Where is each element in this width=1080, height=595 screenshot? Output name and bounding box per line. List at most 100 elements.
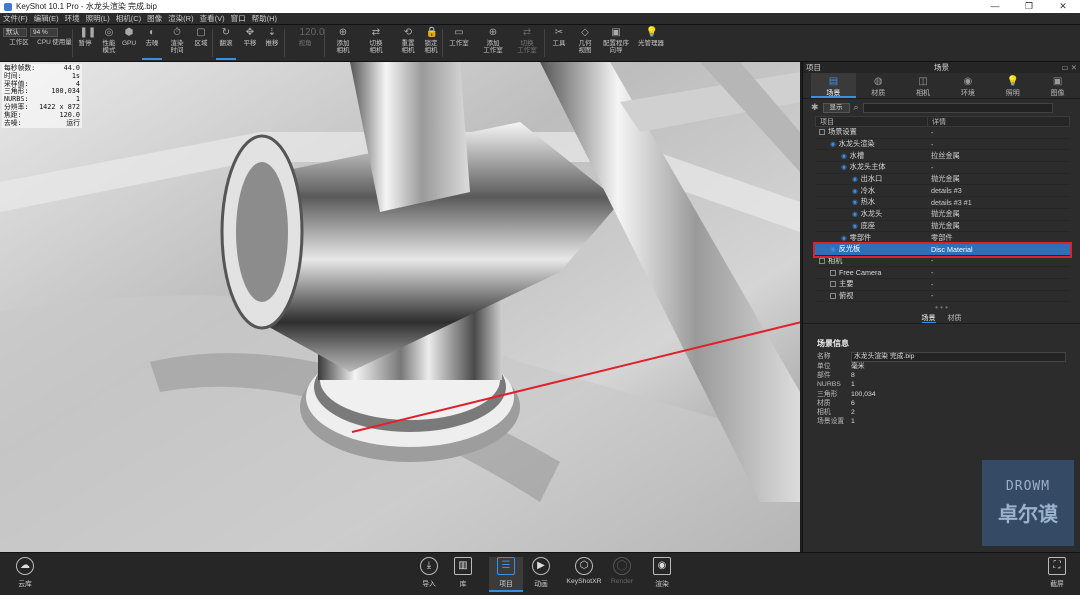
toolbar-button-22[interactable]: ▣ 配置程序 向导 xyxy=(600,27,632,60)
project-icon: ☰ xyxy=(497,557,515,575)
minimize-button[interactable]: — xyxy=(978,1,1012,12)
show-button[interactable]: 显示 xyxy=(822,102,850,113)
tree-row[interactable]: ◉ 底座 抛光金属 xyxy=(815,221,1070,233)
toolbar-button-7[interactable]: ⏱ 渲染 时间 xyxy=(166,27,188,60)
menu-view[interactable]: 查看(V) xyxy=(200,13,225,24)
scene-tree-header: 项目 详情 xyxy=(815,116,1070,127)
maximize-button[interactable]: ❐ xyxy=(1012,1,1046,12)
toolbar-button-18[interactable]: ⊕ 添加 工作室 xyxy=(476,27,510,60)
tree-row[interactable]: ◉ 出水口 抛光金属 xyxy=(815,174,1070,186)
tab-scene[interactable]: ▤ 场景 xyxy=(811,73,856,98)
menu-help[interactable]: 帮助(H) xyxy=(252,13,277,24)
keyshotxr-button[interactable]: ⬡ KeyShotXR xyxy=(564,557,604,592)
visibility-eye-icon[interactable]: ◉ xyxy=(852,187,858,195)
toolbar-button-21[interactable]: ◇ 几何 视图 xyxy=(572,27,598,60)
column-header-item[interactable]: 项目 xyxy=(816,117,928,126)
project-button[interactable]: ☰ 项目 xyxy=(489,557,523,592)
visibility-eye-icon[interactable]: ◉ xyxy=(841,152,847,160)
tree-row[interactable]: 相机 - xyxy=(815,256,1070,268)
tab-camera[interactable]: ◫ 相机 xyxy=(901,73,946,98)
import-button[interactable]: ⤓ 导入 xyxy=(412,557,446,592)
menu-image[interactable]: 图像 xyxy=(147,13,162,24)
render-button[interactable]: ◯ Render xyxy=(605,557,639,592)
tab-environment[interactable]: ◉ 环境 xyxy=(945,73,990,98)
menu-edit[interactable]: 编辑(E) xyxy=(34,13,59,24)
column-header-detail[interactable]: 详情 xyxy=(928,117,946,126)
checkbox-icon[interactable] xyxy=(830,281,836,288)
expand-icon[interactable]: ✱ xyxy=(811,102,819,113)
tree-row[interactable]: 俯视 - xyxy=(815,291,1070,303)
tree-row[interactable]: ◉ 热水 details #3 #1 xyxy=(815,197,1070,209)
toolbar-button-10[interactable]: ✥ 平移 xyxy=(240,27,260,60)
tree-row[interactable]: ◉ 冷水 details #3 xyxy=(815,185,1070,198)
subtab-scene[interactable]: 场景 xyxy=(921,313,936,324)
tree-item-name: 相机 xyxy=(828,255,843,265)
tree-row[interactable]: ◉ 反光板 Disc Material xyxy=(813,241,1072,258)
checkbox-icon[interactable] xyxy=(819,129,825,136)
menu-lighting[interactable]: 照明(L) xyxy=(86,13,110,24)
camera-button[interactable]: ◉ 渲染 xyxy=(645,557,679,592)
toolbar-button-9[interactable]: ↻ 翻滚 xyxy=(216,27,236,60)
menu-file[interactable]: 文件(F) xyxy=(3,13,28,24)
tree-row[interactable]: ◉ 水龙头渲染 - xyxy=(815,139,1070,151)
visibility-eye-icon[interactable]: ◉ xyxy=(852,222,858,230)
tree-row[interactable]: ◉ 水龙头 抛光金属 xyxy=(815,209,1070,221)
tab-lighting[interactable]: 💡 照明 xyxy=(990,73,1035,98)
checkbox-icon[interactable] xyxy=(830,292,836,299)
bottom-label: 渲染 xyxy=(655,581,669,588)
screenshot-button[interactable]: ⛶ 截屏 xyxy=(1040,557,1074,592)
toolbar-button-13[interactable]: ⊕ 添加 相机 xyxy=(330,27,356,60)
animation-button[interactable]: ▶ 动画 xyxy=(524,557,558,592)
tree-row[interactable]: ◉ 水槽 拉丝金属 xyxy=(815,150,1070,163)
toolbar-button-5[interactable]: ⬢ GPU xyxy=(120,27,138,60)
visibility-eye-icon[interactable]: ◉ xyxy=(830,140,836,148)
cloud-library-button[interactable]: ☁ 云库 xyxy=(8,557,42,592)
toolbar-button-6[interactable]: ◐ 去噪 xyxy=(142,27,162,60)
checkbox-icon[interactable] xyxy=(819,257,825,264)
checkbox-icon[interactable] xyxy=(830,269,836,276)
toolbar-button-16[interactable]: 🔒 锁定 相机 xyxy=(418,27,444,60)
info-row[interactable]: 名称 水龙头渲染 完成.bip xyxy=(817,352,1066,362)
panel-close-icon[interactable]: ▭ ✕ xyxy=(1062,62,1077,73)
visibility-eye-icon[interactable]: ◉ xyxy=(852,210,858,218)
tree-row[interactable]: ◉ 零部件 零部件 xyxy=(815,232,1070,244)
scene-name-field[interactable]: 水龙头渲染 完成.bip xyxy=(851,352,1066,362)
tree-row[interactable]: 场景设置 - xyxy=(815,127,1070,139)
menu-window[interactable]: 窗口 xyxy=(231,13,246,24)
menu-camera[interactable]: 相机(C) xyxy=(116,13,141,24)
visibility-eye-icon[interactable]: ◉ xyxy=(841,234,847,242)
toolbar-button-15[interactable]: ⟲ 重置 相机 xyxy=(396,27,420,60)
toolbar-button-12[interactable]: 120.0 视角 xyxy=(290,27,325,60)
tab-image[interactable]: ▣ 图像 xyxy=(1035,73,1080,98)
tree-row[interactable]: 主要 - xyxy=(815,279,1070,291)
zoom-field[interactable]: 94 % xyxy=(30,28,58,37)
toolbar-button-17[interactable]: ▭ 工作室 xyxy=(446,27,472,60)
bottom-label: 库 xyxy=(459,581,467,588)
menu-environment[interactable]: 环境 xyxy=(65,13,80,24)
menu-render[interactable]: 渲染(R) xyxy=(168,13,193,24)
tree-row[interactable]: ◉ 水龙头主体 - xyxy=(815,162,1070,174)
visibility-eye-icon[interactable]: ◉ xyxy=(852,175,858,183)
render-viewport[interactable]: 每秒帧数: 44.0 时间: 1s 采样值: 4 三角形: 100,034 NURBS: 1 分辨率… xyxy=(0,62,800,552)
toolbar-button-23[interactable]: 💡 光管理器 xyxy=(634,27,668,60)
subtab-material[interactable]: 材质 xyxy=(948,313,962,323)
toolbar-icon-7: ⏱ xyxy=(173,27,181,38)
close-button[interactable]: ✕ xyxy=(1046,1,1080,12)
splitter-handle[interactable]: • • • xyxy=(803,304,1080,313)
toolbar-button-11[interactable]: ⇣ 推移 xyxy=(262,27,282,60)
info-key: 三角形 xyxy=(817,390,838,398)
toolbar-button-14[interactable]: ⇄ 切换 相机 xyxy=(362,27,390,60)
workspace-select[interactable]: 默认 xyxy=(3,28,27,37)
visibility-eye-icon[interactable]: ◉ xyxy=(852,198,858,206)
visibility-eye-icon[interactable]: ◉ xyxy=(830,245,836,253)
search-input[interactable] xyxy=(862,102,1053,113)
visibility-eye-icon[interactable]: ◉ xyxy=(841,163,847,171)
tree-row[interactable]: Free Camera - xyxy=(815,267,1070,279)
toolbar-button-3[interactable]: ❚❚ 暂停 xyxy=(76,27,97,60)
toolbar-button-20[interactable]: ✂ 工具 xyxy=(548,27,570,60)
toolbar-button-19[interactable]: ⇄ 切换 工作室 xyxy=(512,27,542,60)
library-button[interactable]: ▥ 库 xyxy=(446,557,480,592)
tab-material[interactable]: ◍ 材质 xyxy=(856,73,901,98)
toolbar-button-4[interactable]: ◎ 性能 模式 xyxy=(98,27,120,60)
toolbar-button-8[interactable]: ▢ 区域 xyxy=(190,27,212,60)
